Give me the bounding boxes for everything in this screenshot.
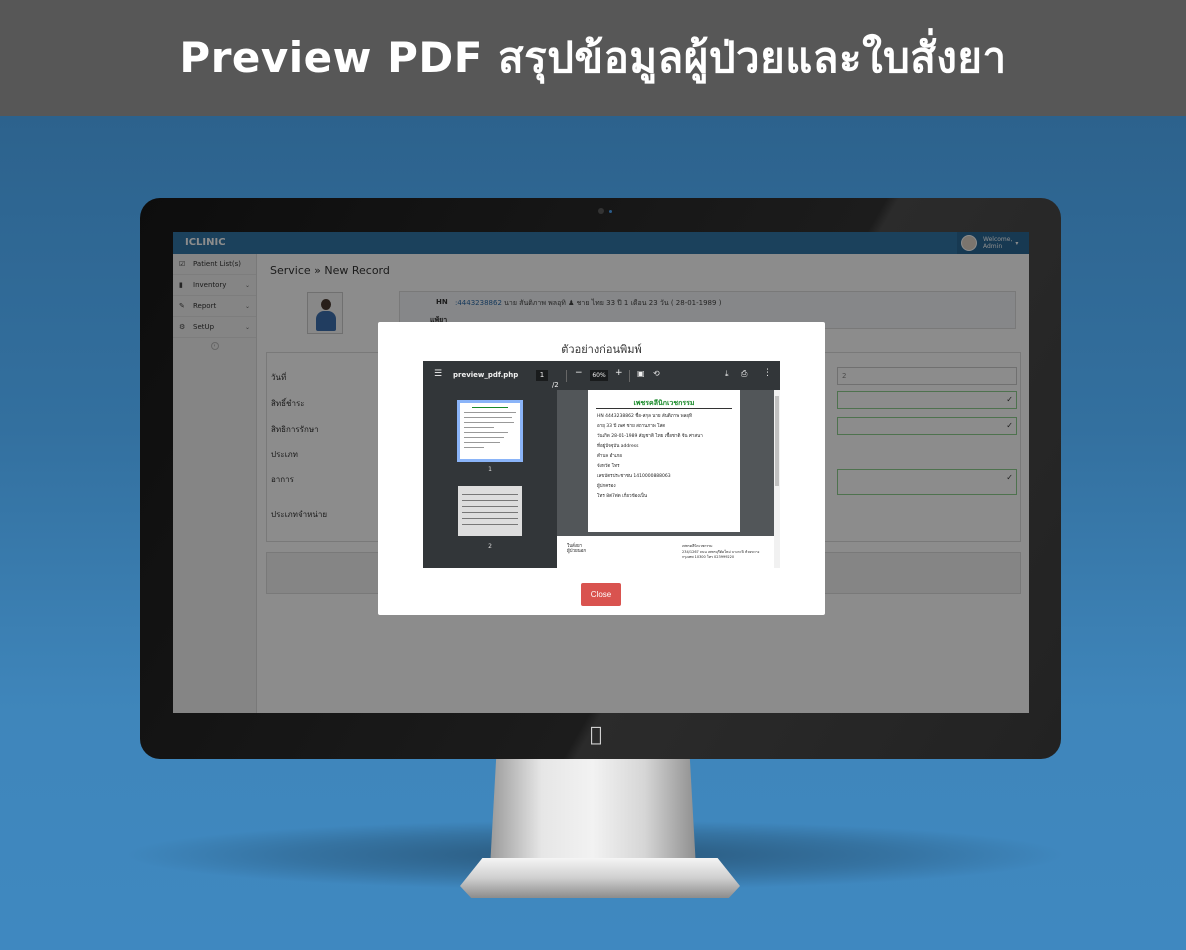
menu-icon[interactable]: ☰: [434, 369, 442, 379]
pdf-page-1: เพชรคลีนิกเวชกรรม HN 4443238862 ชื่อ-สกุ…: [588, 390, 740, 532]
pdf-text-line: ผู้ปกครอง: [597, 484, 616, 489]
monitor-stand-base: [460, 858, 740, 898]
page-total-value: 2: [554, 381, 559, 389]
thumb-line: [464, 427, 494, 428]
thumbnail-page-2[interactable]: [458, 486, 522, 536]
thumb-line: [462, 500, 518, 501]
pdf-prescription-title: ใบสั่งยา ผู้ป่วยนอก: [567, 544, 587, 554]
pdf-text-line: ที่อยู่ปัจจุบัน address: [597, 444, 639, 449]
thumb-line: [464, 417, 512, 418]
fit-page-icon[interactable]: ▣: [637, 369, 645, 378]
banner: Preview PDF สรุปข้อมูลผู้ป่วยและใบสั่งยา: [0, 0, 1186, 116]
thumbnail-label: 2: [488, 543, 492, 550]
pdf-text-line: เลขบัตรประชาชน 1410000888063: [597, 474, 671, 479]
print-icon[interactable]: ⎙: [741, 369, 747, 379]
camera-light: [609, 210, 612, 213]
thumb-line: [464, 437, 504, 438]
pdf-page-2: ใบสั่งยา ผู้ป่วยนอก เพชรคลีนิกเวชกรรม 23…: [557, 536, 774, 568]
pdf-title-rule: [596, 408, 732, 409]
thumb-line: [462, 512, 518, 513]
monitor-screen: ICLINIC Welcome, Admin ▾ ☑ Patient List(…: [173, 232, 1029, 713]
thumb-line: [462, 524, 518, 525]
monitor-stand: [490, 758, 696, 868]
thumb-line: [472, 407, 508, 408]
pdf-clinic-address: เพชรคลีนิกเวชกรรม 234/1267 ถนน เพชรบุรีต…: [682, 544, 760, 559]
pdf-text-line: จังหวัด โทร: [597, 464, 620, 469]
page-number-input[interactable]: 1: [536, 370, 548, 381]
thumb-line: [464, 442, 500, 443]
banner-title: Preview PDF สรุปข้อมูลผู้ป่วยและใบสั่งยา: [179, 33, 1007, 82]
thumb-line: [462, 506, 518, 507]
pdf-text-line: วันเกิด 28-01-1989 สัญชาติ ไทย เชื้อชาติ…: [597, 434, 703, 439]
pdf-scrollbar[interactable]: [774, 390, 780, 568]
thumb-line: [464, 422, 514, 423]
thumb-line: [462, 518, 518, 519]
thumbnail-page-1[interactable]: [457, 400, 523, 462]
pdf-text-line: โทร 8ต่7ต่ด เกี่ยวข้องเป็น: [597, 494, 648, 499]
pdf-filename: preview_pdf.php: [453, 371, 519, 379]
pdf-toolbar: ☰ preview_pdf.php 1 / 2 − 60% + ▣ ⟲ ⤓ ⎙ …: [423, 361, 780, 390]
toolbar-divider: [566, 370, 567, 382]
thumbnail-panel: 1 2: [423, 390, 557, 568]
more-options-icon[interactable]: ⋮: [763, 368, 772, 378]
camera-icon: [598, 208, 604, 214]
thumb-line: [464, 447, 484, 448]
thumb-line: [464, 412, 516, 413]
page-total: / 2: [552, 371, 559, 389]
zoom-in-icon[interactable]: +: [615, 368, 623, 378]
download-icon[interactable]: ⤓: [725, 369, 729, 379]
scrollbar-thumb[interactable]: [775, 396, 779, 486]
thumb-line: [464, 432, 508, 433]
thumb-line: [462, 494, 518, 495]
pdf-viewer[interactable]: ☰ preview_pdf.php 1 / 2 − 60% + ▣ ⟲ ⤓ ⎙ …: [423, 361, 780, 568]
modal-title: ตัวอย่างก่อนพิมพ์: [561, 343, 642, 356]
close-button[interactable]: Close: [581, 583, 621, 606]
rotate-icon[interactable]: ⟲: [653, 369, 660, 378]
toolbar-divider: [629, 370, 630, 382]
pdf-text-line: อายุ 33 ปี เพศ ชาย สถานภาพ โสด: [597, 424, 666, 429]
zoom-out-icon[interactable]: −: [575, 368, 583, 378]
apple-logo-icon: : [590, 722, 602, 746]
pdf-text-line: HN 4443238862 ชื่อ-สกุล นาย สันติภาพ พลอ…: [597, 414, 692, 419]
zoom-input[interactable]: 60%: [590, 370, 608, 381]
pdf-main-view[interactable]: เพชรคลีนิกเวชกรรม HN 4443238862 ชื่อ-สกุ…: [557, 390, 780, 568]
pdf-text-line: ตำบล อำเภอ: [597, 454, 622, 459]
thumbnail-label: 1: [488, 466, 492, 473]
print-preview-modal: ตัวอย่างก่อนพิมพ์ ☰ preview_pdf.php 1 / …: [378, 322, 825, 615]
